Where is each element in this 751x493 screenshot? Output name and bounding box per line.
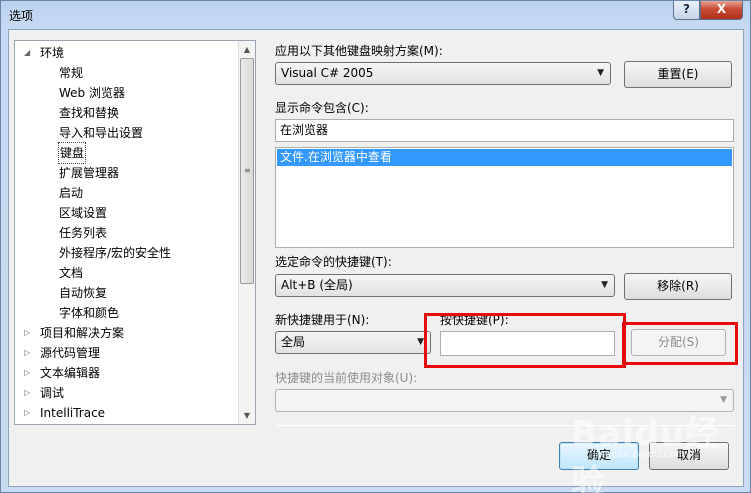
tree-item-label: 导入和导出设置 bbox=[59, 126, 144, 140]
options-tree[interactable]: ▲ ≡ ▼ ◢ 环境常规 Web 浏览器 查找和替换导入和导出设置键盘扩展管理器启动区… bbox=[14, 40, 256, 425]
shortcuts-select[interactable]: Alt+B (全局) ▼ bbox=[275, 274, 615, 297]
scroll-grip-icon: ≡ bbox=[244, 166, 251, 175]
tree-item-label: 项目和解决方案 bbox=[40, 326, 125, 340]
tree-item[interactable]: ▷ 调试 bbox=[15, 383, 237, 403]
shortcuts-value: Alt+B (全局) bbox=[281, 278, 353, 292]
tree-item[interactable]: ▷ 源代码管理 bbox=[15, 343, 237, 363]
chevron-down-icon: ▼ bbox=[417, 337, 424, 347]
tree-item[interactable]: ▷ IntelliTrace bbox=[15, 403, 237, 423]
command-list-item-selected[interactable]: 文件.在浏览器中查看 bbox=[277, 149, 732, 166]
tree-item-label: 调试 bbox=[40, 386, 65, 400]
mapping-scheme-value: Visual C# 2005 bbox=[281, 66, 374, 80]
tree-item-label: 常规 bbox=[59, 66, 84, 80]
scroll-up-icon[interactable]: ▲ bbox=[239, 41, 255, 58]
tree-item-label: 文档 bbox=[59, 266, 84, 280]
tree-item-label: 启动 bbox=[59, 186, 84, 200]
chevron-down-icon: ▼ bbox=[597, 68, 604, 78]
watermark-url: jingyan.baidu.com bbox=[593, 449, 686, 460]
tree-item-label: 源代码管理 bbox=[40, 346, 101, 360]
tree-item[interactable]: 区域设置 bbox=[15, 203, 237, 223]
tree-item-label: 文本编辑器 bbox=[40, 366, 101, 380]
shortcuts-label: 选定命令的快捷键(T): bbox=[275, 255, 392, 269]
chevron-down-icon: ▼ bbox=[601, 280, 608, 290]
scrollbar-thumb[interactable]: ≡ bbox=[240, 58, 254, 284]
use-new-shortcut-in-label: 新快捷键用于(N): bbox=[275, 313, 370, 327]
tree-item[interactable]: ◢ 环境 bbox=[15, 43, 237, 63]
tree-item-label: 字体和颜色 bbox=[59, 306, 120, 320]
tree-expand-icon[interactable]: ▷ bbox=[24, 403, 34, 423]
tree-item-label: 任务列表 bbox=[59, 226, 108, 240]
tree-item-label: 自动恢复 bbox=[59, 286, 108, 300]
reset-button[interactable]: 重置(E) bbox=[624, 61, 732, 88]
command-list[interactable]: 文件.在浏览器中查看 bbox=[275, 147, 734, 248]
tree-item-label: 区域设置 bbox=[59, 206, 108, 220]
remove-button[interactable]: 移除(R) bbox=[624, 273, 732, 300]
tree-item[interactable]: 字体和颜色 bbox=[15, 303, 237, 323]
shortcut-used-by-label: 快捷键的当前使用对象(U): bbox=[275, 371, 418, 385]
mapping-scheme-select[interactable]: Visual C# 2005 ▼ bbox=[275, 62, 611, 85]
tree-item[interactable]: 键盘 bbox=[15, 142, 237, 164]
tree-item-label: 查找和替换 bbox=[59, 106, 120, 120]
annotation-highlight-assign bbox=[622, 322, 738, 365]
tree-item-label: 键盘 bbox=[57, 142, 87, 164]
tree-item[interactable]: Web 浏览器 bbox=[15, 83, 237, 103]
tree-item[interactable]: 自动恢复 bbox=[15, 283, 237, 303]
tree-item[interactable]: 启动 bbox=[15, 183, 237, 203]
title-bar[interactable]: 选项 ? X bbox=[1, 1, 750, 29]
tree-item[interactable]: 外接程序/宏的安全性 bbox=[15, 243, 237, 263]
tree-expand-icon[interactable]: ▷ bbox=[24, 363, 34, 383]
tree-item-label: 扩展管理器 bbox=[59, 166, 120, 180]
command-filter-label: 显示命令包含(C): bbox=[275, 101, 369, 115]
tree-item-label: 环境 bbox=[40, 46, 65, 60]
use-new-shortcut-in-value: 全局 bbox=[281, 335, 306, 349]
tree-item-label: Web 浏览器 bbox=[59, 86, 125, 100]
tree-item[interactable]: 文档 bbox=[15, 263, 237, 283]
options-dialog: 选项 ? X ▲ ≡ ▼ ◢ 环境常规 Web 浏览器 查找和替换导入和导出设置键盘扩… bbox=[0, 0, 751, 493]
tree-item[interactable]: ▷ 项目和解决方案 bbox=[15, 323, 237, 343]
command-filter-input[interactable]: 在浏览器 bbox=[275, 119, 734, 142]
tree-item[interactable]: 扩展管理器 bbox=[15, 163, 237, 183]
tree-collapse-icon[interactable]: ◢ bbox=[24, 43, 34, 63]
tree-item-label: IntelliTrace bbox=[40, 406, 106, 420]
close-button[interactable]: X bbox=[700, 1, 743, 20]
tree-item[interactable]: 导入和导出设置 bbox=[15, 123, 237, 143]
window-title: 选项 bbox=[9, 9, 34, 23]
mapping-scheme-label: 应用以下其他键盘映射方案(M): bbox=[275, 44, 443, 58]
tree-item[interactable]: 常规 bbox=[15, 63, 237, 83]
annotation-highlight-shortcut bbox=[424, 313, 626, 368]
tree-item[interactable]: 任务列表 bbox=[15, 223, 237, 243]
help-button[interactable]: ? bbox=[673, 1, 700, 20]
tree-expand-icon[interactable]: ▷ bbox=[24, 343, 34, 363]
use-new-shortcut-in-select[interactable]: 全局 ▼ bbox=[275, 331, 431, 354]
tree-expand-icon[interactable]: ▷ bbox=[24, 383, 34, 403]
tree-item[interactable]: 查找和替换 bbox=[15, 103, 237, 123]
tree-item[interactable]: ▷ 文本编辑器 bbox=[15, 363, 237, 383]
scroll-down-icon[interactable]: ▼ bbox=[239, 407, 255, 424]
tree-scrollbar[interactable]: ▲ ≡ ▼ bbox=[238, 41, 255, 424]
tree-expand-icon[interactable]: ▷ bbox=[24, 323, 34, 343]
tree-item-label: 外接程序/宏的安全性 bbox=[59, 246, 172, 260]
